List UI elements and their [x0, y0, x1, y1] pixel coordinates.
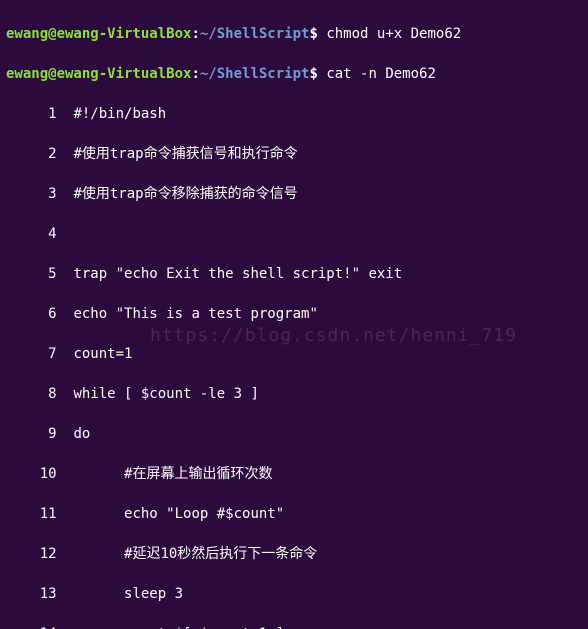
script-line: 13 sleep 3 [6, 584, 582, 604]
command-chmod: chmod u+x Demo62 [318, 26, 461, 42]
prompt-sep1: : [191, 66, 199, 82]
script-line: 4 [6, 224, 582, 244]
script-line: 3 #使用trap命令移除捕获的命令信号 [6, 184, 582, 204]
script-line: 6 echo "This is a test program" [6, 304, 582, 324]
prompt-line-1: ewang@ewang-VirtualBox:~/ShellScript$ ch… [6, 24, 582, 44]
prompt-user-host: ewang@ewang-VirtualBox [6, 26, 191, 42]
script-line: 14 count=$[ $count+1 ] [6, 624, 582, 629]
script-line: 8 while [ $count -le 3 ] [6, 384, 582, 404]
script-line: 12 #延迟10秒然后执行下一条命令 [6, 544, 582, 564]
prompt-sep2: $ [309, 26, 317, 42]
command-cat: cat -n Demo62 [318, 66, 436, 82]
script-line: 5 trap "echo Exit the shell script!" exi… [6, 264, 582, 284]
prompt-user-host: ewang@ewang-VirtualBox [6, 66, 191, 82]
script-line: 11 echo "Loop #$count" [6, 504, 582, 524]
script-line: 1 #!/bin/bash [6, 104, 582, 124]
prompt-sep2: $ [309, 66, 317, 82]
script-line: 2 #使用trap命令捕获信号和执行命令 [6, 144, 582, 164]
script-line: 10 #在屏幕上输出循环次数 [6, 464, 582, 484]
prompt-path: ~/ShellScript [200, 66, 310, 82]
script-line: 7 count=1 [6, 344, 582, 364]
script-line: 9 do [6, 424, 582, 444]
prompt-path: ~/ShellScript [200, 26, 310, 42]
terminal-window[interactable]: ewang@ewang-VirtualBox:~/ShellScript$ ch… [0, 0, 588, 629]
prompt-sep1: : [191, 26, 199, 42]
prompt-line-2: ewang@ewang-VirtualBox:~/ShellScript$ ca… [6, 64, 582, 84]
watermark-text: https://blog.csdn.net/henni_719 [150, 326, 517, 346]
